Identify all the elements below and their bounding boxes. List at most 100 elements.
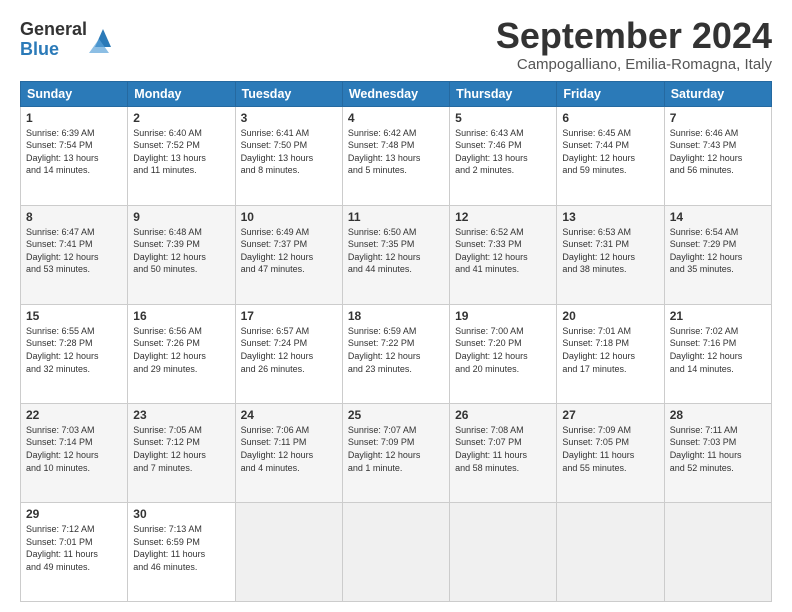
calendar-table: Sunday Monday Tuesday Wednesday Thursday…: [20, 81, 772, 602]
table-row: 23 Sunrise: 7:05 AMSunset: 7:12 PMDayligh…: [128, 403, 235, 502]
day-number: 29: [26, 507, 122, 521]
table-row: 25Sunrise: 7:07 AMSunset: 7:09 PMDayligh…: [342, 403, 449, 502]
table-row: [557, 502, 664, 601]
day-info: Sunrise: 7:01 AMSunset: 7:18 PMDaylight:…: [562, 326, 635, 374]
table-row: 4 Sunrise: 6:42 AMSunset: 7:48 PMDaylight…: [342, 106, 449, 205]
day-info: Sunrise: 7:11 AMSunset: 7:03 PMDaylight:…: [670, 425, 742, 473]
day-number: 9: [133, 210, 229, 224]
day-info: Sunrise: 7:02 AMSunset: 7:16 PMDaylight:…: [670, 326, 743, 374]
col-tuesday: Tuesday: [235, 81, 342, 106]
day-number: 12: [455, 210, 551, 224]
table-row: 7Sunrise: 6:46 AMSunset: 7:43 PMDaylight…: [664, 106, 771, 205]
table-row: 5 Sunrise: 6:43 AMSunset: 7:46 PMDaylight…: [450, 106, 557, 205]
day-number: 6: [562, 111, 658, 125]
table-row: 6 Sunrise: 6:45 AMSunset: 7:44 PMDaylight…: [557, 106, 664, 205]
day-number: 20: [562, 309, 658, 323]
title-block: September 2024 Campogalliano, Emilia-Rom…: [496, 16, 772, 73]
table-row: 8 Sunrise: 6:47 AMSunset: 7:41 PMDaylight…: [21, 205, 128, 304]
day-info: Sunrise: 6:47 AMSunset: 7:41 PMDaylight:…: [26, 227, 99, 275]
day-info: Sunrise: 7:13 AMSunset: 6:59 PMDaylight:…: [133, 524, 205, 572]
calendar-week-5: 29 Sunrise: 7:12 AMSunset: 7:01 PMDayligh…: [21, 502, 772, 601]
table-row: 27 Sunrise: 7:09 AMSunset: 7:05 PMDayligh…: [557, 403, 664, 502]
table-row: 14 Sunrise: 6:54 AMSunset: 7:29 PMDayligh…: [664, 205, 771, 304]
table-row: 21 Sunrise: 7:02 AMSunset: 7:16 PMDayligh…: [664, 304, 771, 403]
day-number: 17: [241, 309, 337, 323]
calendar-header-row: Sunday Monday Tuesday Wednesday Thursday…: [21, 81, 772, 106]
table-row: 17 Sunrise: 6:57 AMSunset: 7:24 PMDayligh…: [235, 304, 342, 403]
day-info: Sunrise: 7:00 AMSunset: 7:20 PMDaylight:…: [455, 326, 528, 374]
table-row: 12 Sunrise: 6:52 AMSunset: 7:33 PMDayligh…: [450, 205, 557, 304]
day-number: 10: [241, 210, 337, 224]
day-number: 30: [133, 507, 229, 521]
day-info: Sunrise: 6:54 AMSunset: 7:29 PMDaylight:…: [670, 227, 743, 275]
day-number: 18: [348, 309, 444, 323]
col-sunday: Sunday: [21, 81, 128, 106]
day-number: 21: [670, 309, 766, 323]
col-saturday: Saturday: [664, 81, 771, 106]
day-number: 27: [562, 408, 658, 422]
day-info: Sunrise: 6:57 AMSunset: 7:24 PMDaylight:…: [241, 326, 314, 374]
month-title: September 2024: [496, 16, 772, 56]
logo-icon: [89, 25, 117, 53]
table-row: [664, 502, 771, 601]
col-wednesday: Wednesday: [342, 81, 449, 106]
table-row: 26Sunrise: 7:08 AMSunset: 7:07 PMDayligh…: [450, 403, 557, 502]
table-row: [450, 502, 557, 601]
day-info: Sunrise: 6:45 AMSunset: 7:44 PMDaylight:…: [562, 128, 635, 176]
day-number: 28: [670, 408, 766, 422]
table-row: [235, 502, 342, 601]
col-thursday: Thursday: [450, 81, 557, 106]
calendar-week-4: 22Sunrise: 7:03 AMSunset: 7:14 PMDayligh…: [21, 403, 772, 502]
day-info: Sunrise: 6:55 AMSunset: 7:28 PMDaylight:…: [26, 326, 99, 374]
table-row: 24 Sunrise: 7:06 AMSunset: 7:11 PMDayligh…: [235, 403, 342, 502]
table-row: 20 Sunrise: 7:01 AMSunset: 7:18 PMDayligh…: [557, 304, 664, 403]
table-row: [342, 502, 449, 601]
day-info: Sunrise: 6:56 AMSunset: 7:26 PMDaylight:…: [133, 326, 206, 374]
logo-blue: Blue: [20, 40, 87, 60]
table-row: 19 Sunrise: 7:00 AMSunset: 7:20 PMDayligh…: [450, 304, 557, 403]
day-info: Sunrise: 6:59 AMSunset: 7:22 PMDaylight:…: [348, 326, 421, 374]
location: Campogalliano, Emilia-Romagna, Italy: [496, 56, 772, 73]
day-info: Sunrise: 6:49 AMSunset: 7:37 PMDaylight:…: [241, 227, 314, 275]
table-row: 13Sunrise: 6:53 AMSunset: 7:31 PMDayligh…: [557, 205, 664, 304]
day-number: 5: [455, 111, 551, 125]
day-number: 2: [133, 111, 229, 125]
day-number: 4: [348, 111, 444, 125]
day-info: Sunrise: 6:43 AMSunset: 7:46 PMDaylight:…: [455, 128, 528, 176]
table-row: 1 Sunrise: 6:39 AMSunset: 7:54 PMDaylight…: [21, 106, 128, 205]
col-monday: Monday: [128, 81, 235, 106]
day-number: 14: [670, 210, 766, 224]
day-info: Sunrise: 7:06 AMSunset: 7:11 PMDaylight:…: [241, 425, 314, 473]
day-number: 24: [241, 408, 337, 422]
calendar-week-1: 1 Sunrise: 6:39 AMSunset: 7:54 PMDaylight…: [21, 106, 772, 205]
table-row: 3Sunrise: 6:41 AMSunset: 7:50 PMDaylight…: [235, 106, 342, 205]
day-number: 25: [348, 408, 444, 422]
table-row: 29 Sunrise: 7:12 AMSunset: 7:01 PMDayligh…: [21, 502, 128, 601]
day-info: Sunrise: 6:40 AMSunset: 7:52 PMDaylight:…: [133, 128, 206, 176]
day-number: 23: [133, 408, 229, 422]
table-row: 16Sunrise: 6:56 AMSunset: 7:26 PMDayligh…: [128, 304, 235, 403]
table-row: 2 Sunrise: 6:40 AMSunset: 7:52 PMDaylight…: [128, 106, 235, 205]
day-number: 26: [455, 408, 551, 422]
calendar-week-3: 15 Sunrise: 6:55 AMSunset: 7:28 PMDayligh…: [21, 304, 772, 403]
day-info: Sunrise: 6:48 AMSunset: 7:39 PMDaylight:…: [133, 227, 206, 275]
table-row: 30 Sunrise: 7:13 AMSunset: 6:59 PMDayligh…: [128, 502, 235, 601]
day-number: 15: [26, 309, 122, 323]
day-number: 22: [26, 408, 122, 422]
calendar-week-2: 8 Sunrise: 6:47 AMSunset: 7:41 PMDaylight…: [21, 205, 772, 304]
logo: General Blue: [20, 20, 117, 60]
day-info: Sunrise: 6:41 AMSunset: 7:50 PMDaylight:…: [241, 128, 314, 176]
day-info: Sunrise: 7:09 AMSunset: 7:05 PMDaylight:…: [562, 425, 634, 473]
day-number: 19: [455, 309, 551, 323]
day-number: 8: [26, 210, 122, 224]
day-number: 1: [26, 111, 122, 125]
logo-general: General: [20, 20, 87, 40]
day-number: 11: [348, 210, 444, 224]
table-row: 9 Sunrise: 6:48 AMSunset: 7:39 PMDaylight…: [128, 205, 235, 304]
day-info: Sunrise: 7:12 AMSunset: 7:01 PMDaylight:…: [26, 524, 98, 572]
day-info: Sunrise: 6:52 AMSunset: 7:33 PMDaylight:…: [455, 227, 528, 275]
day-info: Sunrise: 6:39 AMSunset: 7:54 PMDaylight:…: [26, 128, 99, 176]
table-row: 15 Sunrise: 6:55 AMSunset: 7:28 PMDayligh…: [21, 304, 128, 403]
day-info: Sunrise: 7:05 AMSunset: 7:12 PMDaylight:…: [133, 425, 206, 473]
day-info: Sunrise: 6:42 AMSunset: 7:48 PMDaylight:…: [348, 128, 421, 176]
